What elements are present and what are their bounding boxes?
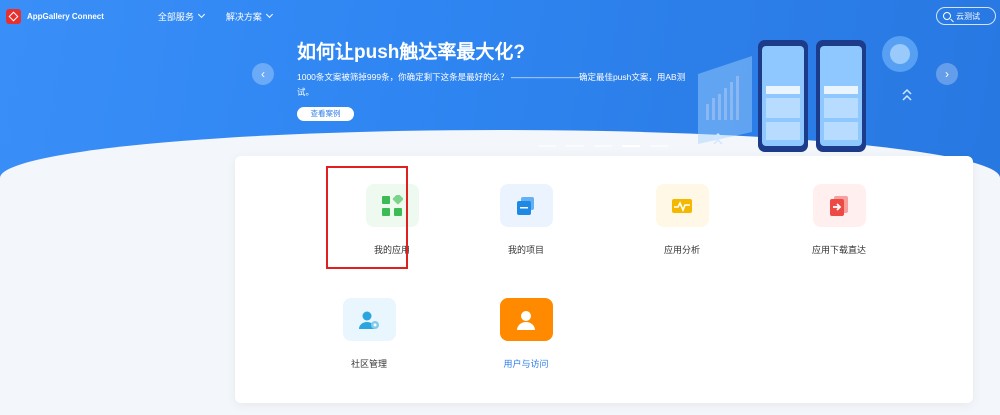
chevron-right-icon: › [945, 67, 949, 81]
banner-next-button[interactable]: › [936, 63, 958, 85]
nav-solutions-label: 解决方案 [225, 11, 262, 22]
chevron-down-icon [265, 10, 273, 19]
huawei-logo-icon [6, 8, 21, 24]
tile-app-analytics-label: 应用分析 [663, 245, 700, 255]
nav-all-services[interactable]: 全部服务 [157, 10, 205, 23]
logo-text: AppGallery Connect [27, 11, 104, 21]
download-direct-icon-box [812, 184, 866, 227]
services-card: 我的应用 我的项目 应用分析 应用下载直达 社区管理 用户与访问 [235, 156, 973, 403]
download-direct-icon [830, 195, 848, 216]
banner-title: 如何让push触达率最大化? [297, 42, 525, 63]
banner-description: 1000条文案被筛掉999条，你确定剩下这条是最好的么？ ————————确定最… [297, 72, 686, 97]
top-nav-bar: AppGallery Connect 全部服务 解决方案 云测试 [0, 0, 1000, 32]
view-case-button[interactable]: 查看案例 [297, 107, 354, 121]
pagination-dot-active[interactable] [622, 145, 640, 147]
app-logo[interactable]: AppGallery Connect [6, 8, 104, 24]
phone-illustration-icon [698, 36, 918, 152]
pulse-icon [672, 198, 692, 213]
tile-my-projects-label: 我的项目 [507, 245, 544, 255]
pagination-dot[interactable] [650, 145, 668, 147]
tile-users-and-access-label: 用户与访问 [503, 359, 549, 369]
stack-icon [517, 196, 534, 215]
tile-my-projects[interactable]: 我的项目 [476, 156, 576, 256]
banner-pagination [538, 145, 668, 147]
users-access-icon-box [499, 298, 553, 341]
pagination-dot[interactable] [566, 145, 584, 147]
search-icon [943, 12, 951, 20]
nav-solutions[interactable]: 解决方案 [225, 10, 273, 23]
community-user-icon [359, 311, 379, 329]
user-icon [517, 310, 535, 330]
nav-all-services-label: 全部服务 [157, 11, 194, 22]
tile-app-download-direct[interactable]: 应用下载直达 [789, 156, 889, 256]
tile-community-management-label: 社区管理 [350, 359, 387, 369]
chevron-left-icon: ‹ [261, 67, 265, 81]
pagination-dot[interactable] [594, 145, 612, 147]
chevron-down-icon [197, 10, 205, 19]
banner-prev-button[interactable]: ‹ [252, 63, 274, 85]
search-placeholder: 云测试 [956, 11, 980, 21]
community-icon-box [342, 298, 396, 341]
tile-app-download-direct-label: 应用下载直达 [811, 245, 866, 255]
app-analytics-icon-box [655, 184, 709, 227]
tile-users-and-access[interactable]: 用户与访问 [476, 270, 576, 370]
selection-highlight-frame [326, 166, 408, 269]
my-projects-icon-box [499, 184, 553, 227]
pagination-dot[interactable] [538, 145, 556, 147]
search-input[interactable]: 云测试 [936, 7, 996, 25]
tile-app-analytics[interactable]: 应用分析 [632, 156, 732, 256]
tile-community-management[interactable]: 社区管理 [319, 270, 419, 370]
